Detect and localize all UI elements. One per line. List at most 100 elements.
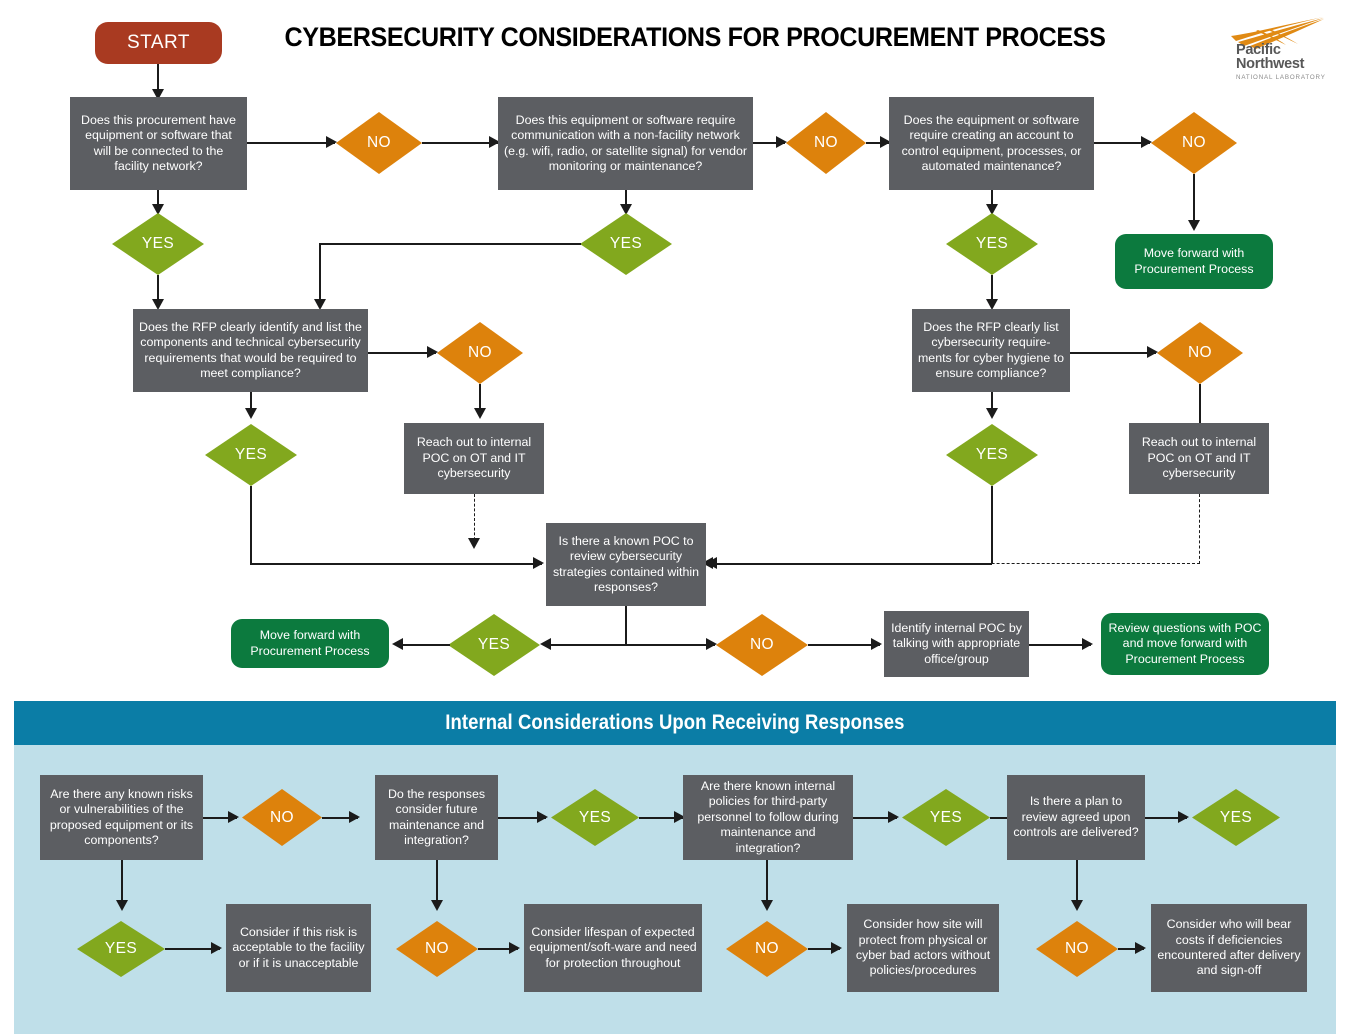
arrowhead-right [228, 811, 239, 823]
connector-q5yes-left [714, 563, 992, 565]
panel-diamond-b4-no-label: NO [1064, 940, 1090, 957]
diamond-q1-yes-label: YES [141, 235, 175, 252]
connector-q6yes-to-outcome [398, 644, 450, 646]
panel-diamond-b3-no-label: NO [754, 940, 780, 957]
action-identify-internal-poc[interactable]: Identify internal POC by talking with ap… [884, 611, 1029, 677]
diamond-q2-no[interactable]: NO [786, 112, 866, 174]
arrowhead-right [1178, 811, 1189, 823]
decision-q2-label: Does this equipment or software require … [503, 112, 748, 173]
panel-diamond-b4-yes[interactable]: YES [1192, 789, 1280, 846]
panel-diamond-b4-yes-label: YES [1219, 808, 1253, 826]
arrowhead-left [706, 557, 717, 569]
panel-diamond-b2-yes-label: YES [578, 808, 612, 826]
diamond-q3-no[interactable]: NO [1151, 112, 1237, 174]
page-title: CYBERSECURITY CONSIDERATIONS FOR PROCURE… [284, 22, 1106, 52]
arrowhead-left [392, 638, 403, 650]
diamond-q2-no-label: NO [813, 134, 839, 151]
connector-q5-no [1070, 352, 1156, 354]
action-reach-out-poc-right-label: Reach out to internal POC on OT and IT c… [1141, 435, 1257, 481]
outcome-move-forward-q3[interactable]: Move forward with Procurement Process [1115, 234, 1273, 289]
panel-diamond-b1-no[interactable]: NO [242, 789, 322, 846]
panel-decision-b3[interactable]: Are there known internal policies for th… [683, 775, 853, 860]
panel-decision-b4-label: Is there a plan to review agreed upon co… [1013, 794, 1139, 840]
panel-action-b3[interactable]: Consider how site will protect from phys… [847, 904, 999, 992]
action-reach-out-poc-right[interactable]: Reach out to internal POC on OT and IT c… [1129, 423, 1269, 494]
decision-q1[interactable]: Does this procurement have equipment or … [70, 97, 247, 190]
arrowhead-down [468, 538, 480, 549]
arrowhead-right [831, 942, 842, 954]
diamond-q3-yes-label: YES [975, 235, 1009, 252]
connector-q4yes-right [250, 563, 542, 565]
panel-action-b3-label: Consider how site will protect from phys… [855, 917, 991, 978]
panel-decision-b4[interactable]: Is there a plan to review agreed upon co… [1007, 775, 1145, 860]
arrowhead-down [431, 900, 443, 911]
action-reach-out-poc-left-label: Reach out to internal POC on OT and IT c… [416, 435, 532, 481]
diamond-q6-no[interactable]: NO [716, 614, 808, 676]
flowchart-canvas: CYBERSECURITY CONSIDERATIONS FOR PROCURE… [0, 0, 1350, 1034]
pnnl-logo-subtitle: NATIONAL LABORATORY [1236, 74, 1326, 81]
connector-dashed-right-poc-v [1199, 494, 1200, 564]
diamond-q6-yes-label: YES [477, 636, 511, 653]
diamond-q5-no[interactable]: NO [1157, 322, 1243, 384]
diamond-q3-yes[interactable]: YES [946, 213, 1038, 275]
arrowhead-down [761, 900, 773, 911]
connector-q2yes-horizontal [319, 243, 581, 245]
panel-decision-b1-label: Are there any known risks or vulnerabili… [49, 786, 194, 847]
diamond-q2-yes-label: YES [609, 235, 643, 252]
decision-q5[interactable]: Does the RFP clearly list cybersecurity … [912, 309, 1070, 392]
diamond-q5-yes[interactable]: YES [946, 424, 1038, 486]
decision-q3-label: Does the equipment or software require c… [901, 112, 1082, 173]
panel-diamond-b1-yes-label: YES [104, 940, 138, 957]
outcome-move-forward-q6[interactable]: Move forward with Procurement Process [231, 619, 389, 668]
connector-q4-no [368, 352, 436, 354]
arrowhead-right [1082, 638, 1093, 650]
panel-header: Internal Considerations Upon Receiving R… [14, 701, 1336, 745]
action-reach-out-poc-left[interactable]: Reach out to internal POC on OT and IT c… [404, 423, 544, 494]
panel-decision-b2[interactable]: Do the responses consider future mainten… [375, 775, 498, 860]
arrowhead-down [116, 900, 128, 911]
panel-action-b1[interactable]: Consider if this risk is acceptable to t… [226, 904, 371, 992]
connector-q6-no-h [625, 644, 715, 646]
diamond-q3-no-label: NO [1181, 134, 1207, 151]
arrowhead-down [245, 408, 257, 419]
panel-decision-b1[interactable]: Are there any known risks or vulnerabili… [40, 775, 203, 860]
decision-q4-label: Does the RFP clearly identify and list t… [139, 319, 362, 380]
arrowhead-right [888, 811, 899, 823]
diamond-q6-no-label: NO [749, 636, 775, 653]
panel-action-b4[interactable]: Consider who will bear costs if deficien… [1151, 904, 1307, 992]
pnnl-logo: Pacific Northwest NATIONAL LABORATORY [1218, 16, 1338, 88]
decision-q4[interactable]: Does the RFP clearly identify and list t… [133, 309, 368, 392]
connector-q1no-to-q2 [422, 142, 498, 144]
decision-q3[interactable]: Does the equipment or software require c… [889, 97, 1094, 190]
panel-diamond-b3-yes[interactable]: YES [902, 789, 990, 846]
outcome-move-forward-q6-label: Move forward with Procurement Process [250, 628, 370, 658]
arrowhead-down [474, 408, 486, 419]
panel-action-b2[interactable]: Consider lifespan of expected equipment/… [524, 904, 702, 992]
panel-diamond-b4-no[interactable]: NO [1036, 921, 1118, 977]
decision-q6[interactable]: Is there a known POC to review cybersecu… [546, 523, 706, 606]
connector-q2yes-vertical [319, 243, 321, 307]
diamond-q6-yes[interactable]: YES [448, 614, 540, 676]
outcome-move-forward-q3-label: Move forward with Procurement Process [1134, 246, 1254, 276]
panel-diamond-b3-no[interactable]: NO [726, 921, 808, 977]
panel-diamond-b2-yes[interactable]: YES [551, 789, 639, 846]
arrowhead-right [509, 942, 520, 954]
arrowhead-right [1135, 942, 1146, 954]
diamond-q1-yes[interactable]: YES [112, 213, 204, 275]
diamond-q4-yes[interactable]: YES [205, 424, 297, 486]
connector-q5no-to-action [1199, 384, 1201, 423]
diamond-q1-no[interactable]: NO [336, 112, 422, 174]
diamond-q2-yes[interactable]: YES [580, 213, 672, 275]
decision-q2[interactable]: Does this equipment or software require … [498, 97, 753, 190]
arrowhead-down [1188, 220, 1200, 231]
start-terminal[interactable]: START [95, 22, 222, 64]
diamond-q4-no[interactable]: NO [437, 322, 523, 384]
arrowhead-left [540, 638, 551, 650]
panel-diamond-b2-no[interactable]: NO [396, 921, 478, 977]
outcome-review-questions[interactable]: Review questions with POC and move forwa… [1101, 613, 1269, 675]
panel-action-b4-label: Consider who will bear costs if deficien… [1157, 917, 1301, 978]
panel-diamond-b1-yes[interactable]: YES [77, 921, 165, 977]
connector-q5yes-down [991, 486, 993, 564]
panel-title: Internal Considerations Upon Receiving R… [445, 711, 905, 734]
panel-diamond-b1-no-label: NO [269, 808, 295, 826]
